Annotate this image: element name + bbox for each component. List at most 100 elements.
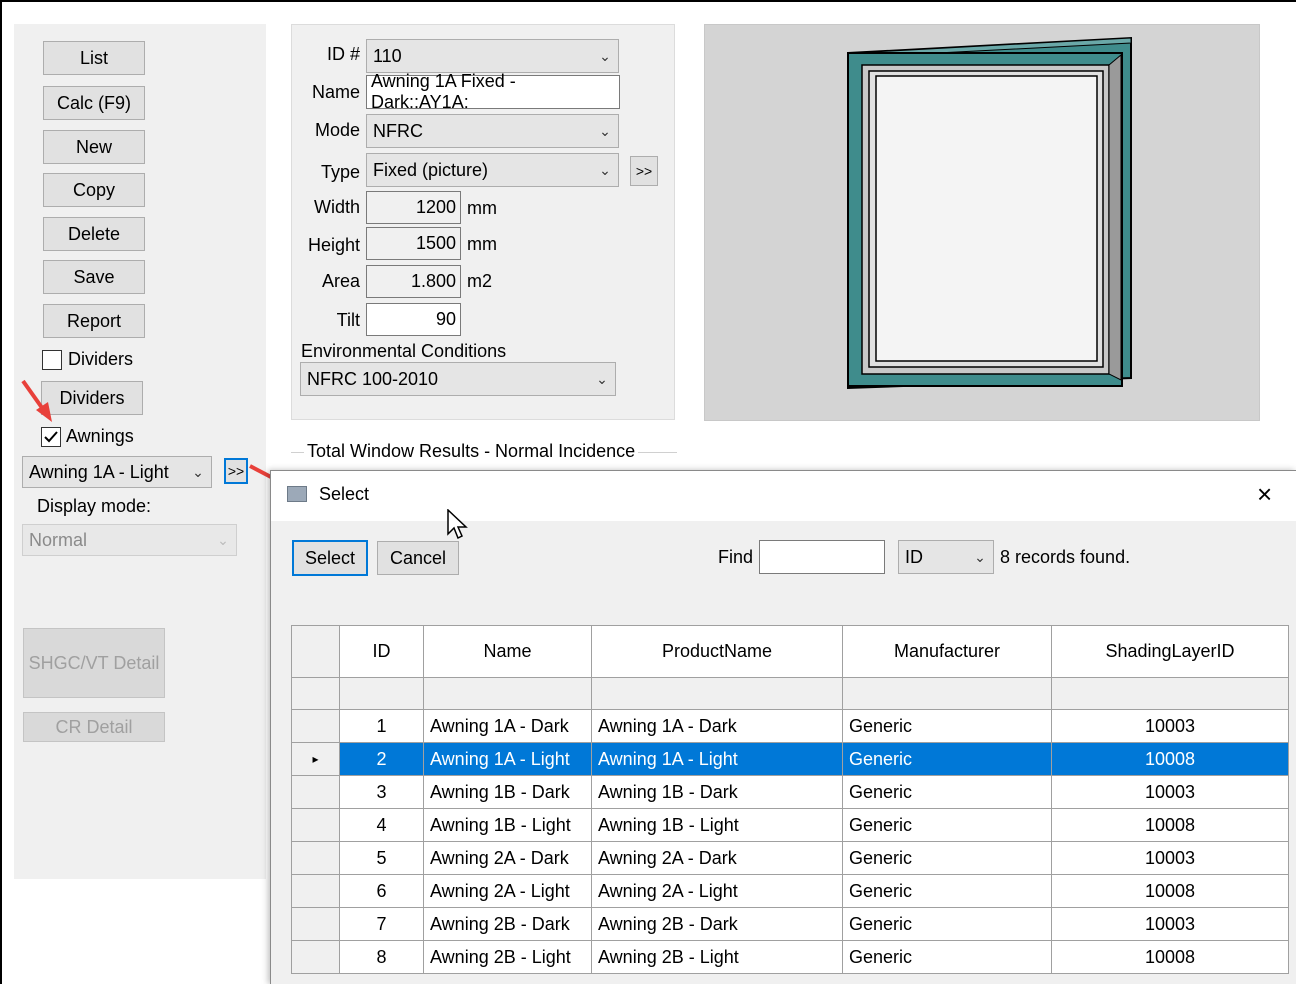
cell-id[interactable]: 7 [339,907,424,941]
delete-button[interactable]: Delete [43,217,145,251]
filter-cell[interactable] [1051,677,1289,710]
height-field[interactable]: 1500 [366,227,461,260]
chevron-down-icon: ⌄ [599,122,611,139]
dialog-cancel-button[interactable]: Cancel [377,541,459,575]
row-selector[interactable] [291,940,340,974]
dividers-button[interactable]: Dividers [41,381,143,415]
cell-manufacturer[interactable]: Generic [842,874,1052,908]
row-selector[interactable] [291,775,340,809]
row-selector[interactable] [291,907,340,941]
cell-productname[interactable]: Awning 2A - Dark [591,841,843,875]
table-row[interactable]: ▸ 2 Awning 1A - Light Awning 1A - Light Gene… [291,742,1289,776]
cell-manufacturer[interactable]: Generic [842,808,1052,842]
column-header-productname[interactable]: ProductName [591,625,843,678]
chevron-down-icon: ⌄ [599,47,611,64]
cell-productname[interactable]: Awning 2B - Light [591,940,843,974]
dividers-checkbox[interactable] [42,350,62,370]
cell-productname[interactable]: Awning 1A - Dark [591,709,843,743]
cell-productname[interactable]: Awning 1B - Light [591,808,843,842]
list-button[interactable]: List [43,41,145,75]
report-button[interactable]: Report [43,304,145,338]
awnings-checkbox[interactable] [41,427,61,447]
cell-manufacturer[interactable]: Generic [842,940,1052,974]
cell-shadinglayerid[interactable]: 10003 [1051,775,1289,809]
cell-manufacturer[interactable]: Generic [842,709,1052,743]
cell-shadinglayerid[interactable]: 10008 [1051,742,1289,776]
awning-select[interactable]: Awning 1A - Light ⌄ [22,456,212,488]
table-row[interactable]: 1 Awning 1A - Dark Awning 1A - Dark Generic… [291,709,1289,743]
shgc-vt-detail-button[interactable]: SHGC/VT Detail [23,628,165,698]
display-mode-select[interactable]: Normal ⌄ [22,524,237,556]
cell-shadinglayerid[interactable]: 10003 [1051,907,1289,941]
column-header-name[interactable]: Name [423,625,592,678]
calc-button[interactable]: Calc (F9) [43,86,145,120]
cell-id[interactable]: 3 [339,775,424,809]
cell-manufacturer[interactable]: Generic [842,907,1052,941]
cell-shadinglayerid[interactable]: 10003 [1051,841,1289,875]
cell-name[interactable]: Awning 1B - Dark [423,775,592,809]
cell-name[interactable]: Awning 1B - Light [423,808,592,842]
type-expand-button[interactable]: >> [630,156,658,186]
cell-productname[interactable]: Awning 2B - Dark [591,907,843,941]
cell-id[interactable]: 6 [339,874,424,908]
table-row[interactable]: 7 Awning 2B - Dark Awning 2B - Dark Generic… [291,907,1289,941]
row-selector[interactable] [291,709,340,743]
cell-shadinglayerid[interactable]: 10008 [1051,874,1289,908]
copy-button[interactable]: Copy [43,173,145,207]
row-selector[interactable] [291,808,340,842]
name-field[interactable]: Awning 1A Fixed - Dark::AY1A: [366,71,620,112]
cell-name[interactable]: Awning 2B - Light [423,940,592,974]
cell-name[interactable]: Awning 1A - Light [423,742,592,776]
cell-id[interactable]: 4 [339,808,424,842]
chevron-down-icon: ⌄ [217,531,229,548]
tilt-field[interactable]: 90 [366,303,461,336]
table-row[interactable]: 4 Awning 1B - Light Awning 1B - Light Gener… [291,808,1289,842]
filter-cell[interactable] [842,677,1052,710]
cell-productname[interactable]: Awning 2A - Light [591,874,843,908]
close-icon[interactable]: × [1257,479,1272,510]
cr-detail-button[interactable]: CR Detail [23,712,165,742]
row-selector[interactable] [291,874,340,908]
id-select[interactable]: 110 ⌄ [366,39,619,73]
filter-cell[interactable] [339,677,424,710]
cell-shadinglayerid[interactable]: 10008 [1051,940,1289,974]
awning-select-value: Awning 1A - Light [29,461,169,482]
cell-name[interactable]: Awning 2A - Dark [423,841,592,875]
filter-cell[interactable] [591,677,843,710]
column-header-id[interactable]: ID [339,625,424,678]
row-selector[interactable]: ▸ [291,742,340,776]
filter-cell[interactable] [423,677,592,710]
column-header-manufacturer[interactable]: Manufacturer [842,625,1052,678]
cell-shadinglayerid[interactable]: 10003 [1051,709,1289,743]
table-row[interactable]: 5 Awning 2A - Dark Awning 2A - Dark Generic… [291,841,1289,875]
column-header-shadinglayerid[interactable]: ShadingLayerID [1051,625,1289,678]
find-field-select[interactable]: ID ⌄ [898,540,994,574]
width-field[interactable]: 1200 [366,191,461,224]
row-selector[interactable] [291,841,340,875]
cell-id[interactable]: 8 [339,940,424,974]
cell-name[interactable]: Awning 2B - Dark [423,907,592,941]
cell-manufacturer[interactable]: Generic [842,742,1052,776]
save-button[interactable]: Save [43,260,145,294]
name-label: Name [311,82,360,102]
environmental-conditions-select[interactable]: NFRC 100-2010 ⌄ [300,362,616,396]
cell-manufacturer[interactable]: Generic [842,775,1052,809]
cell-shadinglayerid[interactable]: 10008 [1051,808,1289,842]
awning-expand-button[interactable]: >> [224,458,248,484]
table-row[interactable]: 3 Awning 1B - Dark Awning 1B - Dark Generic… [291,775,1289,809]
find-input[interactable] [759,540,885,574]
cell-name[interactable]: Awning 2A - Light [423,874,592,908]
cell-productname[interactable]: Awning 1B - Dark [591,775,843,809]
table-row[interactable]: 8 Awning 2B - Light Awning 2B - Light Gener… [291,940,1289,974]
cell-id[interactable]: 1 [339,709,424,743]
type-select[interactable]: Fixed (picture) ⌄ [366,153,619,187]
mode-select[interactable]: NFRC ⌄ [366,114,619,148]
new-button[interactable]: New [43,130,145,164]
cell-id[interactable]: 5 [339,841,424,875]
cell-id[interactable]: 2 [339,742,424,776]
cell-productname[interactable]: Awning 1A - Light [591,742,843,776]
cell-manufacturer[interactable]: Generic [842,841,1052,875]
table-row[interactable]: 6 Awning 2A - Light Awning 2A - Light Gener… [291,874,1289,908]
cell-name[interactable]: Awning 1A - Dark [423,709,592,743]
dialog-select-button[interactable]: Select [292,540,368,576]
